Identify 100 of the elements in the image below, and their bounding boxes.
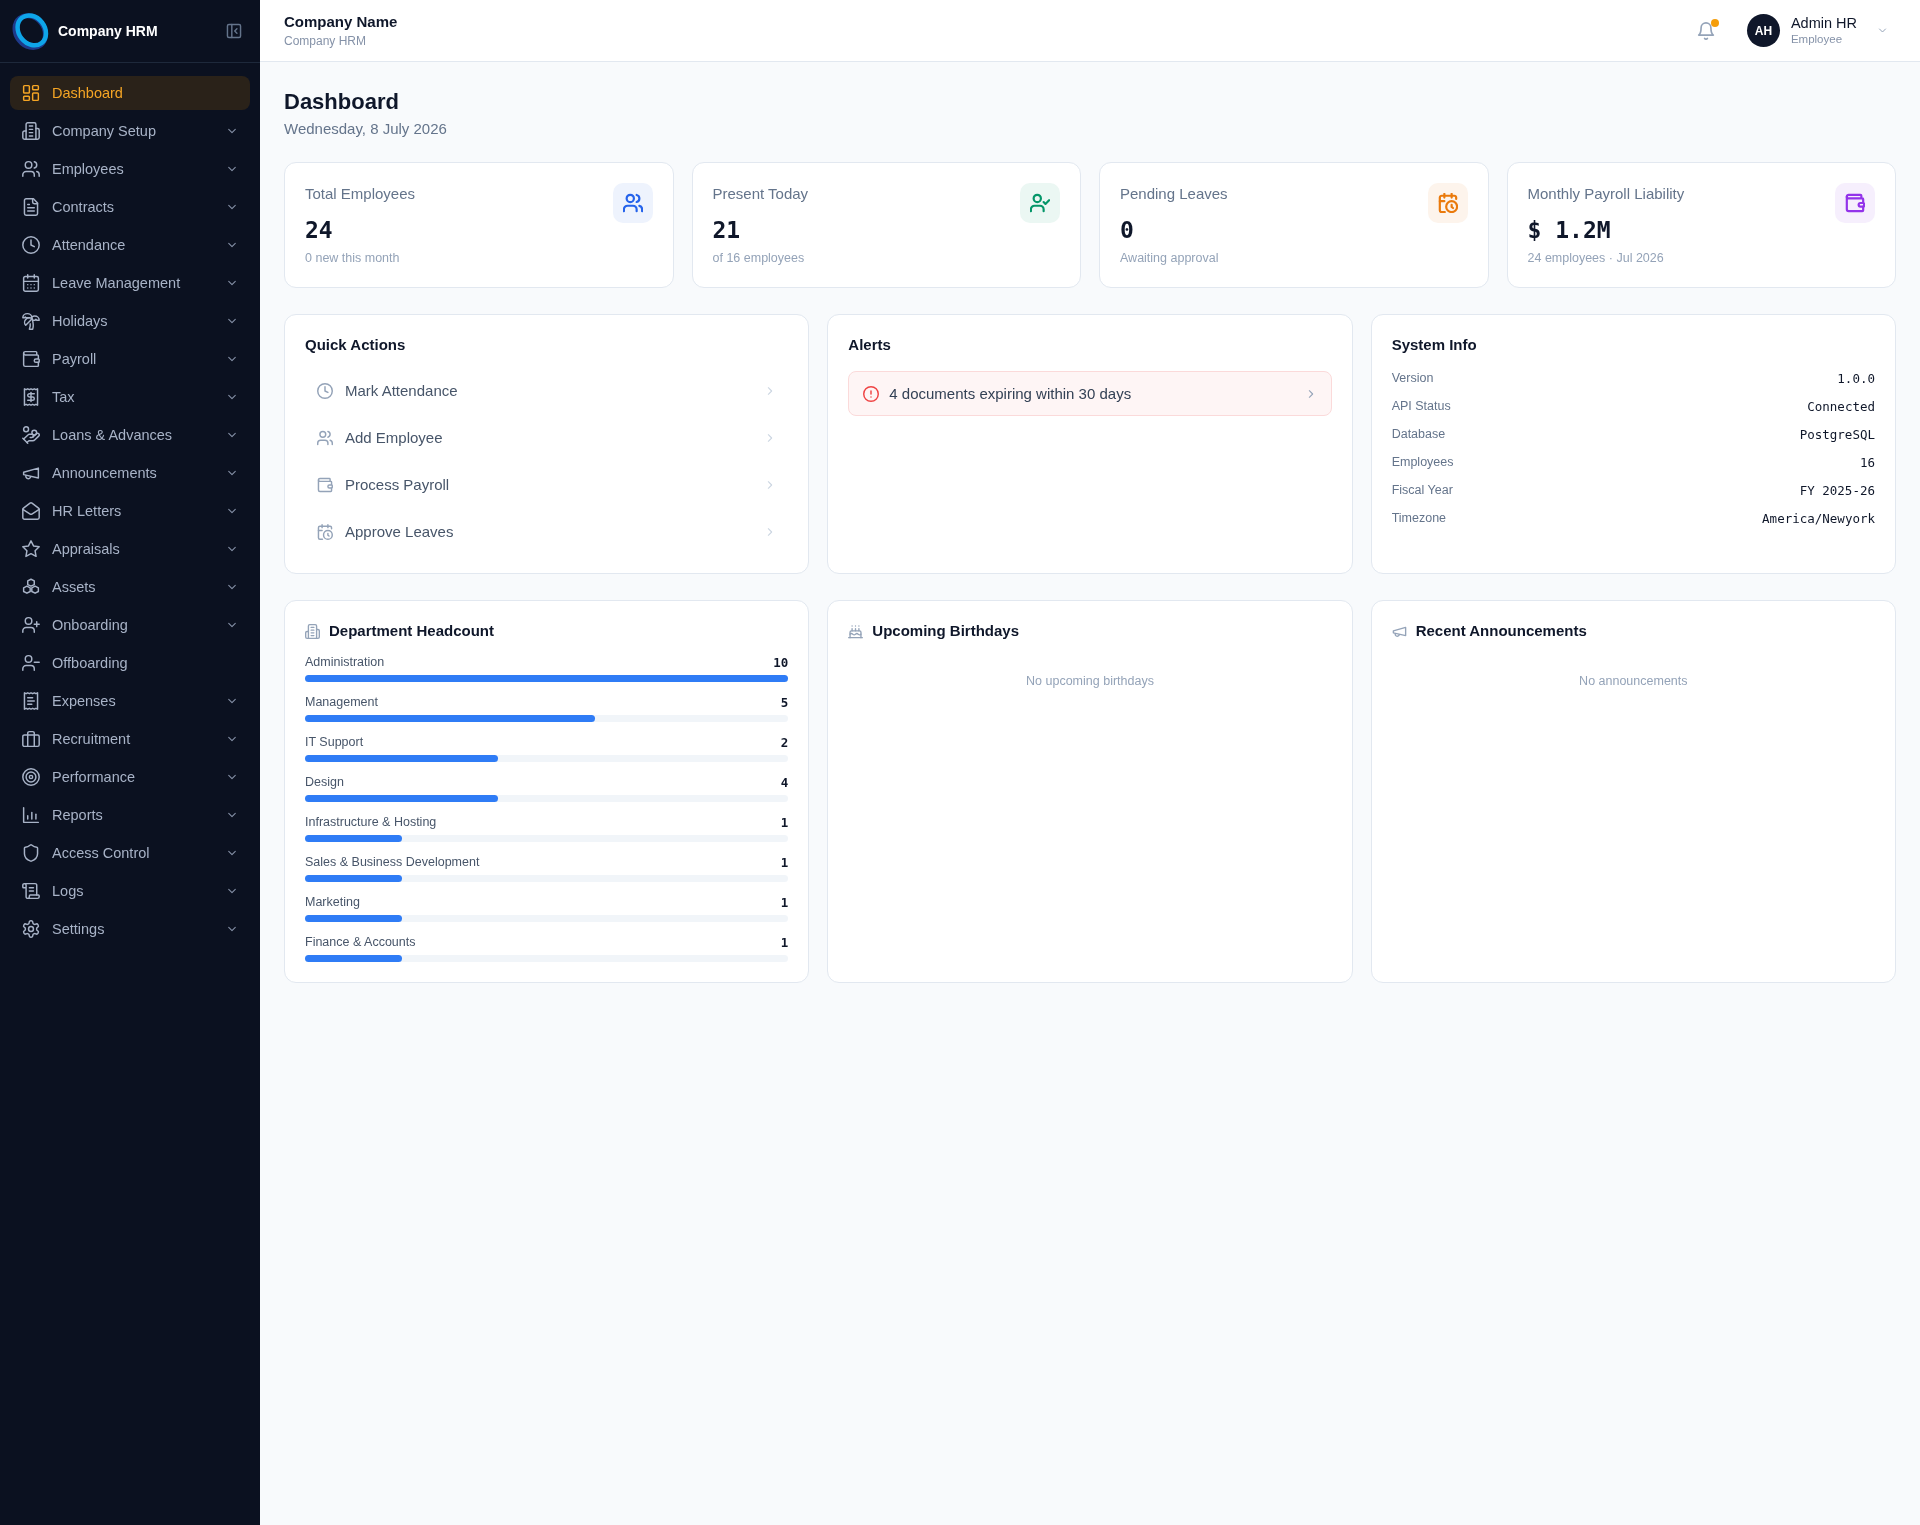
quick-action[interactable]: Mark Attendance	[305, 369, 789, 412]
nav-item[interactable]: Contracts	[10, 190, 250, 224]
info-label: Timezone	[1391, 511, 1447, 525]
palm-tree-icon	[22, 312, 40, 330]
alert-item[interactable]: 4 documents expiring within 30 days	[848, 371, 1332, 416]
nav-item[interactable]: Loans & Advances	[10, 418, 250, 452]
empty-message: No upcoming birthdays	[1025, 674, 1155, 688]
page-title: Dashboard	[284, 88, 400, 116]
card-title: Quick Actions	[305, 335, 407, 355]
department-count: 1	[780, 814, 789, 830]
nav-item[interactable]: Offboarding	[10, 646, 250, 680]
nav-item[interactable]: Holidays	[10, 304, 250, 338]
nav-item[interactable]: Company Setup	[10, 114, 250, 148]
calendar-icon	[22, 274, 40, 292]
info-value: 1.0.0	[1837, 370, 1875, 386]
info-label: Database	[1391, 427, 1446, 441]
collapse-sidebar-icon[interactable]	[226, 23, 242, 39]
nav-item[interactable]: Appraisals	[10, 532, 250, 566]
nav-item[interactable]: Tax	[10, 380, 250, 414]
stat-label: Pending Leaves	[1120, 184, 1228, 204]
info-value: PostgreSQL	[1799, 426, 1875, 442]
user-minus-icon	[22, 654, 40, 672]
department-name: IT Support	[305, 735, 364, 749]
stat-value: 21	[712, 216, 742, 245]
alert-circle-icon	[863, 385, 880, 402]
nav-item[interactable]: Onboarding	[10, 608, 250, 642]
clock-icon	[22, 236, 40, 254]
nav-item[interactable]: Performance	[10, 760, 250, 794]
stat-value: 0	[1120, 216, 1135, 245]
card-title: Alerts	[848, 335, 892, 355]
nav-item[interactable]: Recruitment	[10, 722, 250, 756]
shield-icon	[22, 844, 40, 862]
stat-note: 24 employees · Jul 2026	[1527, 250, 1665, 267]
envelope-icon	[22, 502, 40, 520]
calendar-clock-icon	[1427, 183, 1468, 223]
cake-icon	[848, 623, 864, 639]
nav-item[interactable]: Leave Management	[10, 266, 250, 300]
nav-item[interactable]: Attendance	[10, 228, 250, 262]
stat-note: of 16 employees	[712, 250, 806, 267]
info-label: Employees	[1391, 455, 1454, 469]
card-title: System Info	[1391, 335, 1478, 355]
wallet-icon	[22, 350, 40, 368]
users-icon	[22, 160, 40, 178]
department-name: Management	[305, 695, 378, 709]
nav-item[interactable]: HR Letters	[10, 494, 250, 528]
empty-message: No announcements	[1578, 674, 1689, 688]
card-title: Recent Announcements	[1415, 621, 1587, 641]
boxes-icon	[22, 578, 40, 596]
target-icon	[22, 768, 40, 786]
stat-value: 24	[305, 216, 334, 245]
department-count: 4	[780, 774, 789, 790]
department-count: 1	[780, 854, 789, 870]
nav-item[interactable]: Employees	[10, 152, 250, 186]
department-count: 10	[773, 654, 789, 670]
card-title: Upcoming Birthdays	[872, 621, 1019, 641]
star-icon	[22, 540, 40, 558]
nav-item[interactable]: Assets	[10, 570, 250, 604]
settings-icon	[22, 920, 40, 938]
document-icon	[22, 198, 40, 216]
stat-value: $ 1.2M	[1527, 216, 1612, 245]
info-value: 16	[1859, 454, 1875, 470]
nav-item[interactable]: Settings	[10, 912, 250, 946]
department-count: 1	[780, 934, 789, 950]
receipt-icon	[22, 692, 40, 710]
department-count: 2	[780, 734, 789, 750]
department-count: 1	[780, 894, 789, 910]
quick-action[interactable]: Add Employee	[305, 416, 789, 459]
company-subtitle: Company HRM	[284, 33, 368, 49]
card-title: Department Headcount	[329, 621, 495, 641]
nav-item[interactable]: Payroll	[10, 342, 250, 376]
hand-coins-icon	[22, 426, 40, 444]
department-name: Sales & Business Development	[305, 855, 480, 869]
calendar-clock-icon	[317, 523, 333, 540]
company-name: Company Name	[284, 12, 398, 31]
stat-label: Monthly Payroll Liability	[1527, 184, 1685, 204]
info-value: America/Newyork	[1762, 510, 1875, 526]
info-label: Version	[1391, 371, 1434, 385]
department-count: 5	[780, 694, 789, 710]
nav-item[interactable]: Announcements	[10, 456, 250, 490]
nav-item[interactable]: Reports	[10, 798, 250, 832]
info-label: Fiscal Year	[1391, 483, 1453, 497]
quick-action[interactable]: Approve Leaves	[305, 510, 789, 553]
bell-icon[interactable]	[1696, 21, 1715, 40]
department-name: Marketing	[305, 895, 360, 909]
wallet-icon	[1835, 183, 1875, 223]
stat-note: Awaiting approval	[1120, 250, 1220, 267]
grid-icon	[22, 84, 40, 102]
users-icon	[317, 429, 333, 446]
briefcase-icon	[22, 730, 40, 748]
scroll-icon	[22, 882, 40, 900]
nav-item[interactable]: Logs	[10, 874, 250, 908]
user-role: Employee	[1790, 32, 1844, 46]
user-check-icon	[1020, 183, 1060, 223]
nav-item[interactable]: Expenses	[10, 684, 250, 718]
nav-item[interactable]: Dashboard	[10, 76, 250, 110]
nav-item[interactable]: Access Control	[10, 836, 250, 870]
stat-label: Total Employees	[305, 184, 416, 204]
department-name: Finance & Accounts	[305, 935, 416, 949]
quick-action[interactable]: Process Payroll	[305, 463, 789, 506]
page-date: Wednesday, 8 July 2026	[284, 120, 448, 138]
